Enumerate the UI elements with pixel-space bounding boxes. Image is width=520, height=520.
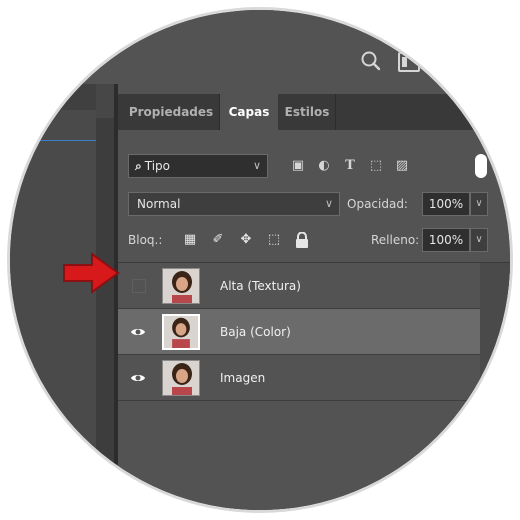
active-tab-line [10, 140, 96, 141]
lock-artboard-icon[interactable]: ⬚ [266, 232, 282, 248]
layer-name: Alta (Textura) [220, 279, 301, 293]
filter-kind-select[interactable]: ⌕ Tipo ∨ [128, 154, 268, 178]
lock-label: Bloq.: [128, 233, 163, 247]
layer-name: Imagen [220, 371, 266, 385]
type-filter-icon[interactable]: T [342, 158, 358, 174]
tab-layers[interactable]: Capas [220, 94, 278, 130]
blend-row: Normal ∨ Opacidad: 100% ∨ [118, 192, 510, 218]
fill-label: Relleno: [371, 233, 420, 247]
lock-all-icon[interactable] [294, 231, 310, 248]
layers-scrollbar[interactable] [480, 263, 510, 510]
search-icon[interactable] [360, 50, 382, 72]
lock-transparency-icon[interactable]: ▦ [182, 232, 198, 248]
screenshot-stage: Propiedades Capas Estilos ⌕ Tipo ∨ ▣ ◐ T … [0, 0, 520, 520]
lock-move-icon[interactable]: ✥ [238, 232, 254, 248]
adjustment-filter-icon[interactable]: ◐ [316, 158, 332, 174]
opacity-label: Opacidad: [347, 197, 408, 211]
layer-name: Baja (Color) [220, 325, 291, 339]
tab-properties-label: Propiedades [128, 105, 214, 119]
filter-row: ⌕ Tipo ∨ ▣ ◐ T ⬚ ▨ [118, 152, 510, 180]
pixel-filter-icon[interactable]: ▣ [290, 158, 306, 174]
tab-styles[interactable]: Estilos [278, 94, 336, 130]
chevron-down-icon: ∨ [324, 197, 333, 210]
layer-row[interactable]: Alta (Textura) [118, 263, 480, 309]
blend-mode-select[interactable]: Normal ∨ [128, 192, 340, 216]
layer-row-selected[interactable]: Baja (Color) [118, 309, 480, 355]
opacity-input[interactable]: 100% [422, 192, 470, 216]
red-arrow-icon [63, 252, 120, 294]
panel-tabs: Propiedades Capas Estilos [118, 94, 510, 130]
search-icon: ⌕ [135, 159, 142, 173]
layer-thumbnail [162, 360, 200, 396]
workspace-icon[interactable] [398, 52, 420, 72]
layer-thumbnail [162, 268, 200, 304]
chevron-down-icon: ∨ [252, 159, 261, 172]
lock-brush-icon[interactable]: ✐ [210, 232, 226, 248]
document-tab-band [10, 84, 96, 110]
eye-icon[interactable] [130, 324, 146, 340]
filter-toggle[interactable] [475, 154, 487, 178]
fill-dropdown-icon[interactable]: ∨ [470, 228, 488, 252]
panel-divider [96, 118, 116, 510]
filter-kind-label: Tipo [144, 159, 170, 173]
smart-object-filter-icon[interactable]: ▨ [394, 158, 410, 174]
layers-panel: Propiedades Capas Estilos ⌕ Tipo ∨ ▣ ◐ T … [118, 84, 510, 510]
blend-mode-value: Normal [137, 197, 181, 211]
fill-input[interactable]: 100% [422, 228, 470, 252]
visibility-off-box[interactable] [132, 279, 146, 293]
layer-row[interactable]: Imagen [118, 355, 480, 401]
layer-thumbnail [162, 314, 200, 350]
eye-icon[interactable] [130, 370, 146, 386]
opacity-dropdown-icon[interactable]: ∨ [470, 192, 488, 216]
lock-row: Bloq.: ▦ ✐ ✥ ⬚ Relleno: 100% ∨ [118, 228, 510, 254]
top-bar [10, 10, 510, 84]
tab-layers-label: Capas [228, 105, 270, 119]
shape-filter-icon[interactable]: ⬚ [368, 158, 384, 174]
layers-list: Alta (Textura) Baja (Color) Imagen [118, 262, 510, 510]
document-area [10, 84, 96, 510]
tab-properties[interactable]: Propiedades [122, 94, 220, 130]
tab-styles-label: Estilos [284, 105, 330, 119]
